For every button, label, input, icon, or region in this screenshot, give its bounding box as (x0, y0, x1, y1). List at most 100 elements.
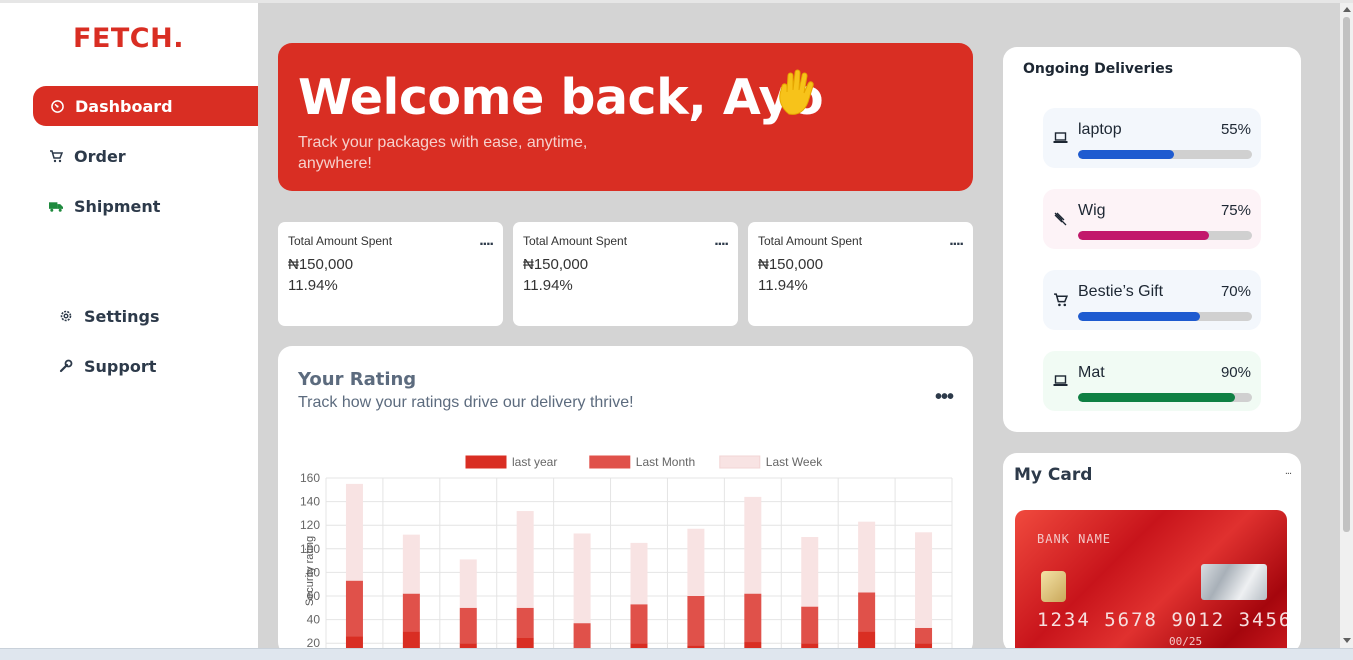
laptop-icon (1053, 373, 1068, 388)
sidebar-item-label: Order (74, 146, 126, 166)
sidebar-item-label: Dashboard (75, 96, 173, 116)
chart-bar (687, 528, 705, 596)
truck-icon (49, 199, 63, 213)
sidebar-item-support[interactable]: Support (59, 356, 156, 376)
delivery-percent: 55% (1220, 121, 1251, 138)
sidebar-item-label: Support (84, 356, 157, 376)
chart-bar (687, 596, 705, 646)
card-chip (1041, 571, 1066, 602)
delivery-name: Wig (1078, 202, 1106, 219)
delivery-percent: 70% (1220, 283, 1251, 300)
delivery-progress-fill (1078, 150, 1174, 159)
bank-card[interactable]: BANK NAME 1234 5678 9012 3456 00/25 (1015, 510, 1287, 653)
laptop-icon (1053, 130, 1068, 145)
chart-bar (630, 604, 648, 644)
delivery-percent: 75% (1220, 202, 1251, 219)
y-tick-label: 40 (307, 613, 321, 627)
ongoing-deliveries-panel: Ongoing Deliveries laptop 55% Wig 75% Be… (1003, 47, 1301, 432)
chart-bar (744, 496, 762, 594)
chart-bar (801, 606, 819, 644)
chart-bar (402, 593, 420, 632)
stat-card: Total Amount Spent .... ₦150,000 11.94% (513, 222, 738, 326)
delivery-name: laptop (1078, 121, 1122, 138)
scroll-down-arrow-icon[interactable] (1343, 638, 1351, 643)
wig-icon (1053, 211, 1068, 226)
sidebar-item-dashboard[interactable]: Dashboard (33, 86, 258, 126)
chart-bar (858, 592, 876, 632)
gauge-icon (50, 99, 64, 113)
chart-bar (402, 534, 420, 594)
y-axis-label: Security rating (304, 536, 316, 606)
card-number: 1234 5678 9012 3456 (1037, 609, 1287, 631)
legend-label: last year (512, 455, 557, 469)
delivery-percent: 90% (1220, 364, 1251, 381)
delivery-progress-bar (1078, 393, 1252, 402)
chart-bar (744, 593, 762, 643)
chart-bar (345, 483, 363, 581)
chart-bar (516, 511, 534, 608)
delivery-progress-bar (1078, 150, 1252, 159)
stat-card: Total Amount Spent .... ₦150,000 11.94% (278, 222, 503, 326)
delivery-name: Mat (1078, 364, 1105, 381)
delivery-progress-fill (1078, 231, 1209, 240)
card-hologram (1201, 564, 1267, 600)
rating-card: Your Rating Track how your ratings drive… (278, 346, 973, 656)
chart-bar (801, 537, 819, 607)
chart-bar (459, 607, 477, 644)
stat-label: Total Amount Spent (758, 234, 863, 248)
y-tick-label: 160 (300, 471, 320, 485)
delivery-progress-bar (1078, 231, 1252, 240)
sidebar-item-settings[interactable]: Settings (59, 306, 160, 326)
welcome-subtitle: Track your packages with ease, anytime, … (298, 134, 588, 172)
stat-change: 11.94% (523, 277, 573, 294)
card-expiry: 00/25 (1169, 635, 1203, 648)
deliveries-title: Ongoing Deliveries (1023, 61, 1174, 77)
stat-label: Total Amount Spent (523, 234, 628, 248)
my-card-panel: My Card ... BANK NAME 1234 5678 9012 345… (1003, 453, 1301, 653)
y-tick-label: 140 (300, 495, 320, 509)
delivery-progress-fill (1078, 393, 1235, 402)
scroll-up-arrow-icon[interactable] (1343, 7, 1351, 12)
stat-amount: ₦150,000 (288, 256, 354, 273)
stat-amount: ₦150,000 (758, 256, 824, 273)
gear-icon (59, 309, 73, 323)
delivery-item[interactable]: laptop 55% (1043, 108, 1261, 168)
more-options-button[interactable]: ... (1285, 465, 1292, 477)
legend-swatch (465, 455, 507, 469)
chart-bar (573, 533, 591, 624)
stat-change: 11.94% (758, 277, 808, 294)
brand-logo: FETCH. (73, 23, 184, 54)
chart-bar (516, 607, 534, 638)
legend-label: Last Month (636, 455, 695, 469)
my-card-title: My Card (1014, 465, 1093, 485)
chart-bar (915, 532, 933, 628)
stat-amount: ₦150,000 (523, 256, 589, 273)
os-taskbar (0, 648, 1353, 660)
delivery-item[interactable]: Mat 90% (1043, 351, 1261, 411)
sidebar-item-shipment[interactable]: Shipment (49, 196, 160, 216)
more-options-button[interactable]: .... (714, 233, 729, 249)
chart-bar (459, 559, 477, 608)
legend-label: Last Week (766, 455, 823, 469)
delivery-item[interactable]: Bestie’s Gift 70% (1043, 270, 1261, 330)
more-options-button[interactable]: .... (949, 233, 964, 249)
scroll-thumb[interactable] (1343, 17, 1350, 532)
sidebar: FETCH. Dashboard Order Shipment Settings… (0, 3, 258, 653)
page-scrollbar[interactable] (1340, 3, 1353, 648)
delivery-name: Bestie’s Gift (1078, 283, 1164, 300)
chart-bar (915, 627, 933, 644)
rating-chart: last year Last Month Last Week204060801001… (300, 455, 953, 656)
stat-change: 11.94% (288, 277, 338, 294)
welcome-banner: Welcome back, Ayo Track your packages wi… (278, 43, 973, 191)
sidebar-item-order[interactable]: Order (49, 146, 126, 166)
delivery-progress-bar (1078, 312, 1252, 321)
delivery-item[interactable]: Wig 75% (1043, 189, 1261, 249)
chart-bar (630, 542, 648, 605)
waving-hand-icon (775, 68, 819, 123)
sidebar-item-label: Shipment (74, 196, 161, 216)
cart-icon (49, 149, 63, 163)
more-options-button[interactable]: .... (479, 233, 494, 249)
cart-icon (1053, 292, 1069, 307)
welcome-title: Welcome back, Ayo (298, 69, 824, 126)
stat-label: Total Amount Spent (288, 234, 393, 248)
